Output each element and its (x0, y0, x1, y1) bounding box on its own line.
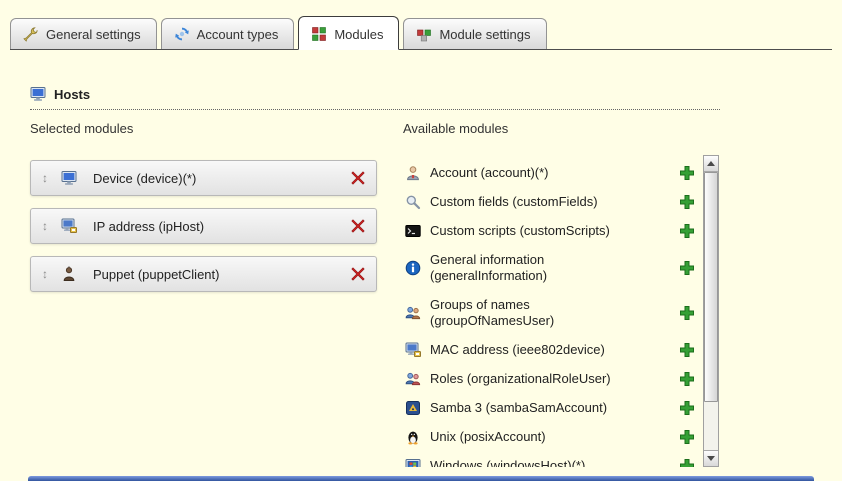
add-module-button[interactable] (679, 342, 695, 358)
add-module-button[interactable] (679, 305, 695, 321)
roles-icon (405, 371, 421, 387)
remove-module-button[interactable] (342, 218, 366, 234)
tab-modules[interactable]: Modules (298, 16, 399, 50)
module-label: Custom fields (customFields) (430, 194, 598, 210)
add-plus-icon (679, 165, 695, 181)
add-plus-icon (679, 458, 695, 467)
remove-x-icon (350, 266, 366, 282)
selected-module-row: ↕ Puppet (puppetClient) (30, 256, 377, 292)
available-modules-heading: Available modules (403, 121, 508, 136)
available-module-row: Roles (organizationalRoleUser) (403, 371, 719, 387)
add-plus-icon (679, 305, 695, 321)
config-tabbar: General settings Account types Modules M… (10, 16, 832, 50)
remove-x-icon (350, 170, 366, 186)
module-label: Samba 3 (sambaSamAccount) (430, 400, 607, 416)
add-module-button[interactable] (679, 260, 695, 276)
tab-label: Account types (197, 27, 279, 42)
remove-x-icon (350, 218, 366, 234)
available-module-row: Custom fields (customFields) (403, 194, 719, 210)
module-settings-icon (416, 26, 432, 42)
remove-module-button[interactable] (342, 170, 366, 186)
available-module-row: Windows (windowsHost)(*) (403, 458, 719, 467)
magnifier-icon (405, 194, 421, 210)
module-label: Puppet (puppetClient) (93, 267, 342, 282)
hosts-section-header: Hosts (30, 86, 720, 110)
add-module-button[interactable] (679, 400, 695, 416)
info-icon (405, 260, 421, 276)
available-module-row: General information (generalInformation) (403, 252, 719, 284)
remove-module-button[interactable] (342, 266, 366, 282)
module-label: General information (generalInformation) (430, 252, 588, 284)
add-plus-icon (679, 223, 695, 239)
scrollbar-up-button[interactable] (704, 156, 718, 172)
tab-general-settings[interactable]: General settings (10, 18, 157, 49)
tab-label: General settings (46, 27, 141, 42)
add-module-button[interactable] (679, 194, 695, 210)
available-module-row: Groups of names (groupOfNamesUser) (403, 297, 719, 329)
computer-icon (30, 86, 46, 102)
samba-icon (405, 400, 421, 416)
add-module-button[interactable] (679, 223, 695, 239)
drag-handle-icon[interactable]: ↕ (37, 172, 53, 184)
module-label: IP address (ipHost) (93, 219, 342, 234)
drag-handle-icon[interactable]: ↕ (37, 220, 53, 232)
add-plus-icon (679, 400, 695, 416)
tab-label: Module settings (439, 27, 530, 42)
scrollbar-thumb[interactable] (704, 172, 718, 402)
scrollbar[interactable] (703, 155, 719, 467)
footer-bar (28, 476, 814, 481)
drag-handle-icon[interactable]: ↕ (37, 268, 53, 280)
arrow-up-icon (707, 161, 715, 166)
module-label: Device (device)(*) (93, 171, 342, 186)
add-plus-icon (679, 260, 695, 276)
available-module-row: MAC address (ieee802device) (403, 342, 719, 358)
add-module-button[interactable] (679, 429, 695, 445)
device-icon (61, 170, 77, 186)
module-label: Custom scripts (customScripts) (430, 223, 610, 239)
available-modules-list: Account (account)(*) Custom fields (cust… (403, 155, 719, 467)
wrench-icon (23, 26, 39, 42)
tab-label: Modules (334, 27, 383, 42)
module-label: Account (account)(*) (430, 165, 549, 181)
module-label: Groups of names (groupOfNamesUser) (430, 297, 588, 329)
available-module-row: Unix (posixAccount) (403, 429, 719, 445)
module-label: Unix (posixAccount) (430, 429, 546, 445)
add-module-button[interactable] (679, 165, 695, 181)
account-types-icon (174, 26, 190, 42)
tux-icon (405, 429, 421, 445)
group-icon (405, 305, 421, 321)
selected-modules-heading: Selected modules (30, 121, 133, 136)
module-label: Windows (windowsHost)(*) (430, 458, 585, 467)
network-computer-icon (405, 342, 421, 358)
add-module-button[interactable] (679, 458, 695, 467)
available-module-row: Samba 3 (sambaSamAccount) (403, 400, 719, 416)
add-plus-icon (679, 429, 695, 445)
add-plus-icon (679, 342, 695, 358)
selected-modules-list: ↕ Device (device)(*) ↕ IP address (ipHos… (30, 160, 377, 304)
available-module-row: Account (account)(*) (403, 165, 719, 181)
available-module-row: Custom scripts (customScripts) (403, 223, 719, 239)
account-icon (405, 165, 421, 181)
selected-module-row: ↕ IP address (ipHost) (30, 208, 377, 244)
scrollbar-down-button[interactable] (704, 450, 718, 466)
windows-icon (405, 458, 421, 467)
script-icon (405, 223, 421, 239)
module-label: MAC address (ieee802device) (430, 342, 605, 358)
add-module-button[interactable] (679, 371, 695, 387)
tab-account-types[interactable]: Account types (161, 18, 295, 49)
add-plus-icon (679, 371, 695, 387)
section-title: Hosts (54, 87, 90, 102)
network-computer-icon (61, 218, 77, 234)
modules-icon (311, 26, 327, 42)
puppet-icon (61, 266, 77, 282)
module-label: Roles (organizationalRoleUser) (430, 371, 611, 387)
selected-module-row: ↕ Device (device)(*) (30, 160, 377, 196)
arrow-down-icon (707, 456, 715, 461)
tab-module-settings[interactable]: Module settings (403, 18, 546, 49)
add-plus-icon (679, 194, 695, 210)
